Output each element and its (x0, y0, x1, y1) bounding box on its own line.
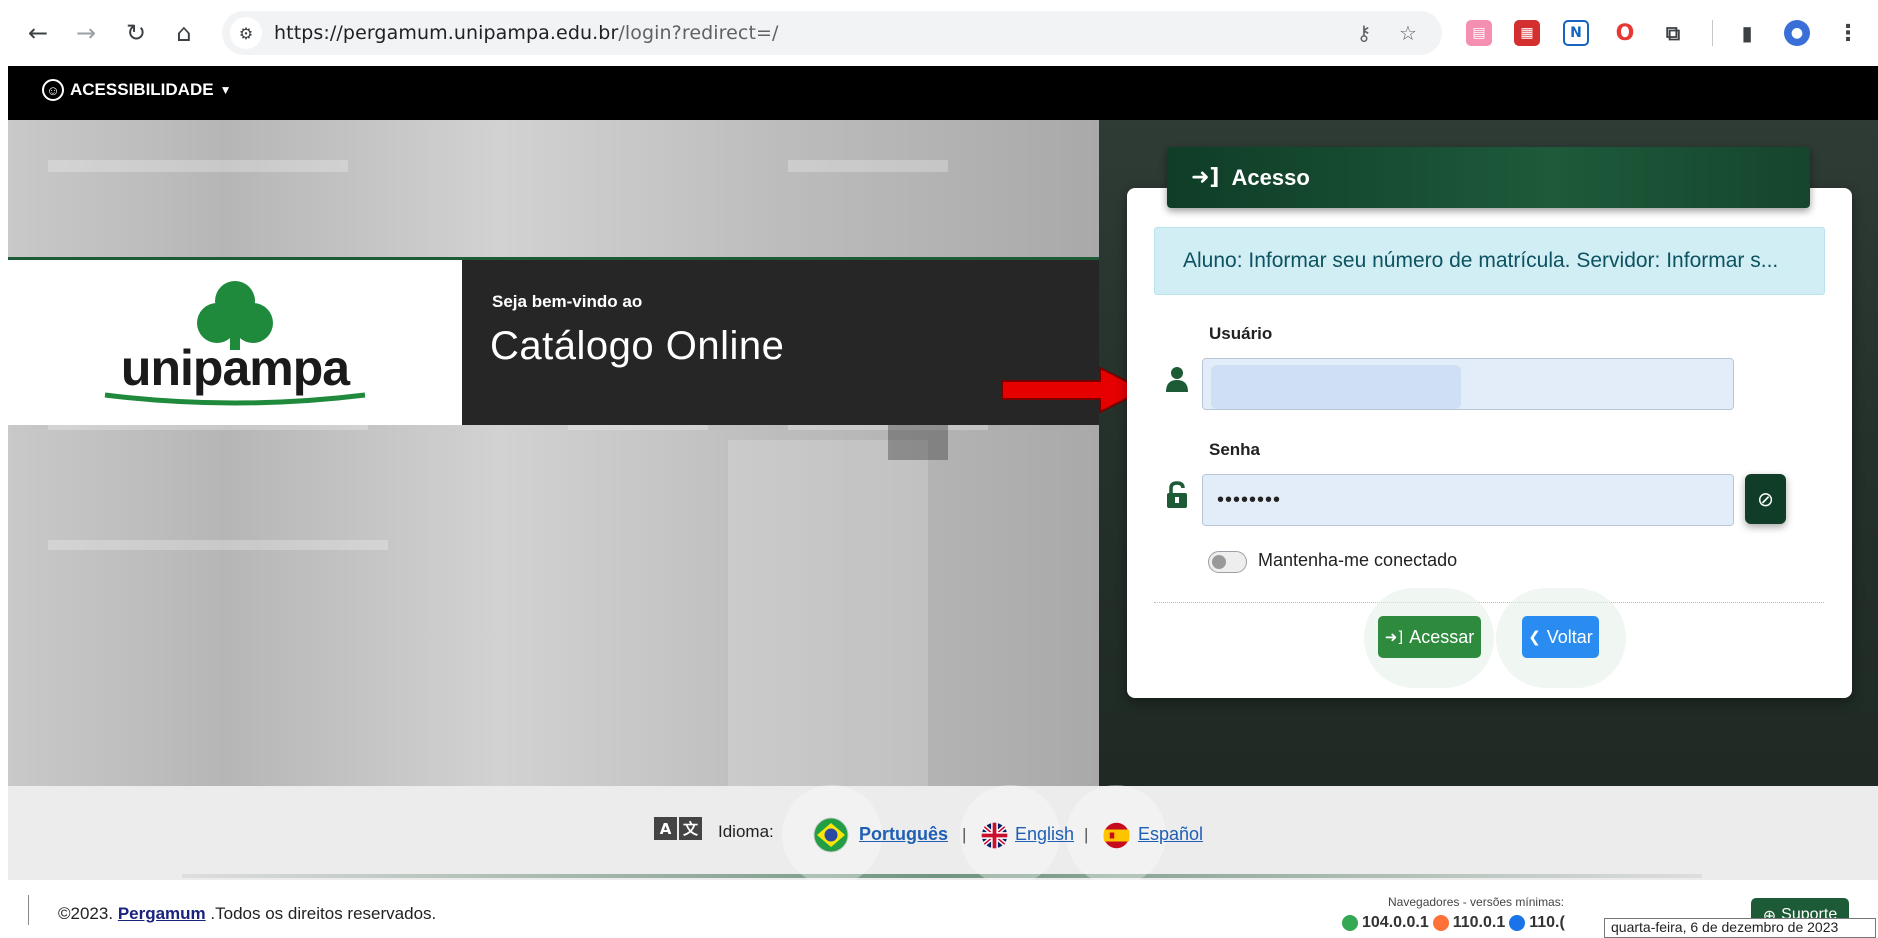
firefox-icon (1432, 915, 1449, 931)
copyright-text: ©2023. Pergamum .Todos os direitos reser… (58, 904, 436, 924)
url-host: https://pergamum.unipampa.edu.br (274, 22, 619, 44)
home-icon[interactable]: ⌂ (168, 17, 200, 49)
acessar-button[interactable]: ➜] Acessar (1378, 616, 1481, 658)
toggle-password-visibility-button[interactable]: ⊘ (1745, 474, 1786, 524)
forward-arrow-icon[interactable]: → (70, 17, 102, 49)
footer-divider (28, 895, 29, 925)
pergamum-link[interactable]: Pergamum (118, 904, 206, 923)
edge-icon (1509, 915, 1526, 931)
reload-icon[interactable]: ↻ (120, 17, 152, 49)
catalog-title: Catálogo Online (490, 324, 785, 368)
site-info-icon[interactable]: ⚙ (230, 17, 262, 49)
url-text[interactable]: https://pergamum.unipampa.edu.br/login?r… (274, 22, 779, 44)
unipampa-logo-graphic: unipampa (104, 280, 366, 405)
lang-spanish-link[interactable]: Español (1138, 824, 1203, 845)
browser-toolbar: ← → ↻ ⌂ ⚙ https://pergamum.unipampa.edu.… (0, 0, 1878, 66)
translate-icon: A文 (654, 817, 702, 840)
extension-2-icon[interactable]: ▦ (1514, 20, 1540, 46)
lang-english-link[interactable]: English (1015, 824, 1074, 845)
browser-versions: 104.0.0.1 110.0.1 110.( (1342, 914, 1565, 932)
spain-flag-icon[interactable] (1103, 822, 1130, 849)
sign-in-icon: ➜] (1191, 165, 1220, 190)
login-header-title: Acesso (1231, 164, 1310, 190)
autofill-highlight (1211, 365, 1461, 409)
library-background (8, 120, 1099, 786)
eye-slash-icon: ⊘ (1757, 487, 1774, 511)
accessibility-menu[interactable]: ☺ ACESSIBILIDADE ▼ (42, 79, 231, 101)
chrome-icon (1342, 915, 1358, 931)
form-divider (1154, 602, 1824, 603)
chevron-left-icon: ❮ (1528, 628, 1541, 646)
edge-version: 110.( (1529, 914, 1565, 931)
firefox-version: 110.0.1 (1452, 914, 1506, 931)
opera-extension-icon[interactable]: O (1612, 20, 1638, 46)
remember-me-toggle[interactable] (1208, 551, 1247, 573)
login-card-header: ➜] Acesso (1167, 147, 1810, 208)
unlock-icon (1161, 479, 1193, 511)
voltar-button[interactable]: ❮ Voltar (1522, 616, 1599, 658)
lang-separator: | (1084, 825, 1089, 844)
browser-menu-icon[interactable]: ⋮ (1835, 20, 1861, 46)
chevron-down-icon: ▼ (219, 83, 232, 97)
profile-avatar[interactable]: ● (1784, 20, 1810, 46)
welcome-text: Seja bem-vindo ao (492, 292, 643, 311)
accessibility-icon: ☺ (42, 79, 64, 101)
user-icon (1161, 363, 1193, 395)
brazil-flag-icon[interactable] (813, 817, 849, 853)
site-top-bar: ☺ ACESSIBILIDADE ▼ (8, 66, 1878, 120)
toolbar-separator (1712, 20, 1713, 46)
accessibility-label: ACESSIBILIDADE (70, 80, 214, 99)
language-label: Idioma: (718, 822, 774, 841)
address-bar[interactable]: ⚙ https://pergamum.unipampa.edu.br/login… (222, 11, 1442, 55)
voltar-label: Voltar (1546, 626, 1593, 647)
date-tooltip: quarta-feira, 6 de dezembro de 2023 (1604, 918, 1876, 938)
browsers-title: Navegadores - versões mínimas: (1388, 895, 1565, 909)
sign-in-icon: ➜] (1384, 628, 1404, 646)
bookmark-star-icon[interactable]: ☆ (1392, 17, 1424, 49)
password-label: Senha (1209, 440, 1261, 459)
extensions-puzzle-icon[interactable]: ⧉ (1660, 20, 1686, 46)
red-arrow-annotation (1001, 366, 1147, 414)
chrome-version: 104.0.0.1 (1362, 914, 1429, 931)
uk-flag-icon[interactable] (981, 822, 1008, 849)
username-label: Usuário (1209, 324, 1273, 343)
lang-portuguese-link[interactable]: Português (859, 824, 948, 845)
password-input[interactable]: •••••••• (1202, 474, 1734, 526)
url-path: /login?redirect=/ (618, 22, 779, 44)
unipampa-logo: unipampa (8, 257, 462, 425)
key-icon[interactable]: ⚷ (1348, 17, 1380, 49)
copyright-prefix: ©2023. (58, 904, 114, 923)
toggle-knob (1212, 555, 1226, 569)
lang-separator: | (962, 825, 967, 844)
language-bar-accent (182, 874, 1702, 878)
copyright-suffix: .Todos os direitos reservados. (210, 904, 437, 923)
extension-1-icon[interactable]: ▤ (1466, 20, 1492, 46)
side-panel-icon[interactable]: ▮ (1734, 20, 1760, 46)
extension-3-icon[interactable]: N (1563, 20, 1589, 46)
svg-text:unipampa: unipampa (121, 340, 351, 396)
info-alert: Aluno: Informar seu número de matrícula.… (1154, 227, 1825, 295)
remember-me-label: Mantenha-me conectado (1258, 550, 1458, 570)
acessar-label: Acessar (1409, 626, 1475, 647)
back-arrow-icon[interactable]: ← (22, 17, 54, 49)
